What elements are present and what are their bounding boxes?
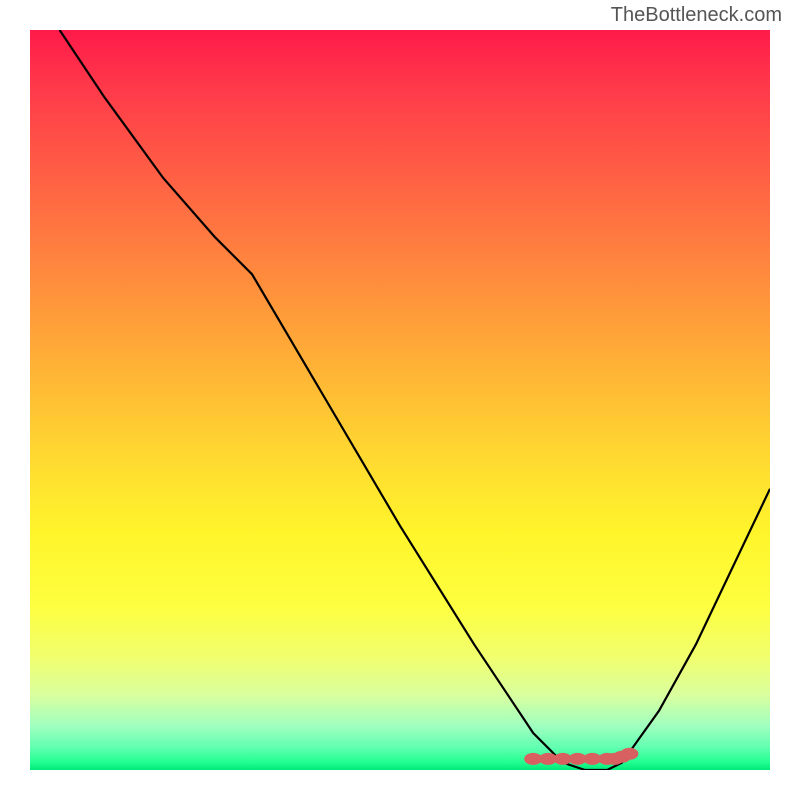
bottleneck-curve-line — [60, 30, 770, 770]
watermark-text: TheBottleneck.com — [611, 4, 782, 27]
chart-svg — [30, 30, 770, 770]
chart-plot-area — [30, 30, 770, 770]
marker-dot — [620, 748, 638, 760]
optimal-range-markers — [524, 748, 638, 765]
